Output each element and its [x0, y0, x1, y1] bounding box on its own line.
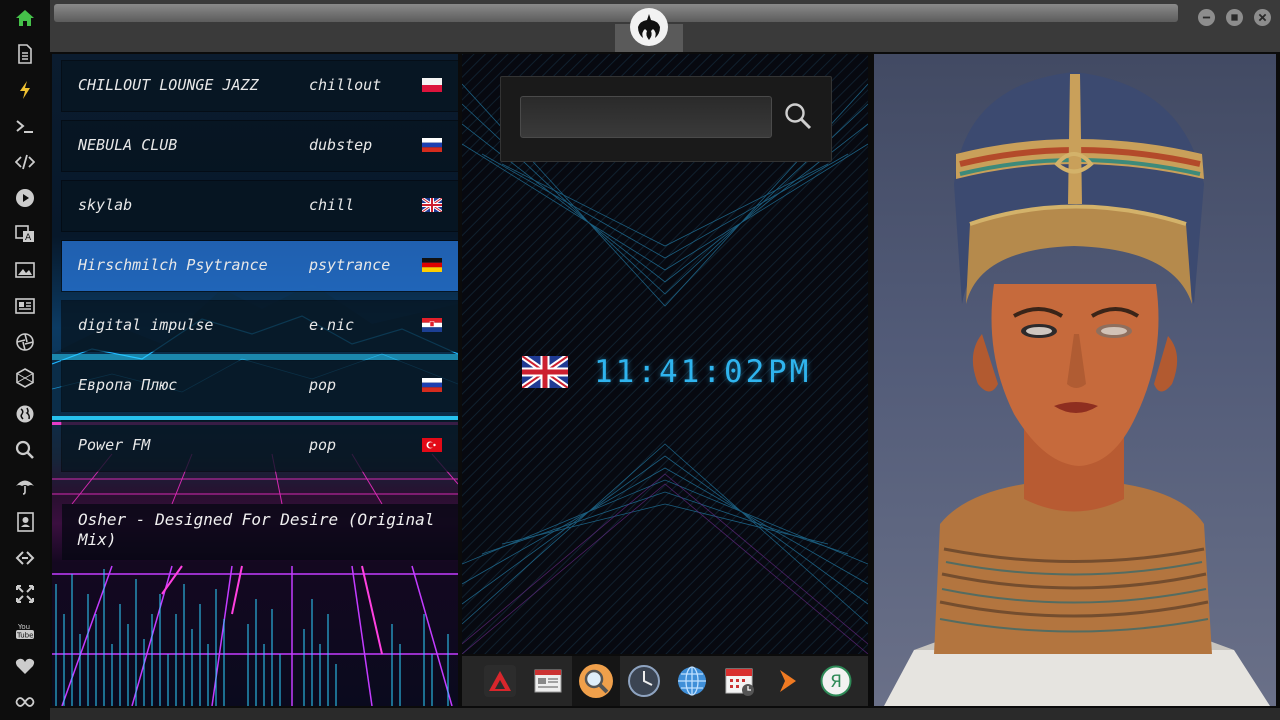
station-genre: psytrance — [309, 256, 391, 274]
rebel-alliance-icon[interactable] — [630, 8, 668, 46]
station-row[interactable]: Power FM pop — [62, 421, 458, 471]
document-icon[interactable] — [13, 42, 37, 66]
station-row[interactable]: Европа Плюс pop — [62, 361, 458, 411]
calendar-icon[interactable] — [721, 662, 759, 700]
close-icon[interactable] — [1254, 9, 1271, 26]
hexagon-icon[interactable] — [13, 366, 37, 390]
contacts-icon[interactable] — [13, 510, 37, 534]
clock-app-icon[interactable] — [625, 662, 663, 700]
station-genre: pop — [309, 376, 337, 394]
status-bar — [50, 708, 1280, 720]
station-genre: chill — [309, 196, 355, 214]
search-button[interactable] — [783, 101, 813, 131]
search-box — [500, 76, 832, 162]
web-browser-icon[interactable] — [673, 662, 711, 700]
search-icon[interactable] — [13, 438, 37, 462]
search-app-icon[interactable] — [572, 656, 620, 706]
station-name: Power FM — [78, 436, 151, 454]
station-row[interactable]: NEBULA CLUB dubstep — [62, 121, 458, 171]
svg-text:A: A — [25, 233, 32, 243]
title-strip[interactable] — [54, 4, 1178, 22]
arrow-app-icon[interactable] — [769, 662, 807, 700]
image-icon[interactable] — [13, 258, 37, 282]
station-genre: chillout — [309, 76, 382, 94]
artix-icon[interactable] — [481, 662, 519, 700]
russia-flag-icon — [422, 138, 442, 152]
station-name: CHILLOUT LOUNGE JAZZ — [78, 76, 259, 94]
uk-flag-icon — [522, 356, 568, 388]
station-genre: e.nic — [309, 316, 355, 334]
umbrella-icon[interactable] — [13, 474, 37, 498]
poland-flag-icon — [422, 78, 442, 92]
clock-panel: 11:41:02 PM — [462, 54, 868, 654]
clock-ampm: PM — [768, 354, 812, 390]
clock: 11:41:02 PM — [522, 352, 822, 392]
news-reader-icon[interactable] — [529, 662, 567, 700]
translate-icon[interactable]: A — [13, 222, 37, 246]
station-name: skylab — [78, 196, 133, 214]
nefertiti-bust-image — [884, 72, 1270, 706]
station-name: digital impulse — [78, 316, 214, 334]
station-genre: dubstep — [309, 136, 373, 154]
wallpaper-image — [874, 54, 1276, 706]
svg-text:Tube: Tube — [16, 632, 33, 640]
yandex-icon[interactable]: Я — [817, 662, 855, 700]
station-row[interactable]: digital impulse e.nic — [62, 301, 458, 351]
svg-text:You: You — [17, 623, 30, 631]
station-row[interactable]: CHILLOUT LOUNGE JAZZ chillout — [62, 61, 458, 111]
station-row-selected[interactable]: Hirschmilch Psytrance psytrance — [62, 241, 458, 291]
app-sidebar: A You Tube — [0, 0, 50, 720]
now-playing: Osher - Designed For Desire (Original Mi… — [62, 504, 458, 560]
station-name: Европа Плюс — [78, 376, 178, 394]
title-bar — [50, 0, 1280, 52]
terminal-icon[interactable] — [13, 114, 37, 138]
station-name: NEBULA CLUB — [78, 136, 178, 154]
play-icon[interactable] — [13, 186, 37, 210]
station-list-panel: CHILLOUT LOUNGE JAZZ chillout NEBULA CLU… — [52, 54, 458, 706]
infinity-icon[interactable] — [13, 690, 37, 714]
aperture-icon[interactable] — [13, 330, 37, 354]
fullscreen-icon[interactable] — [13, 582, 37, 606]
search-icon — [785, 103, 812, 130]
clock-time: 11:41:02 — [594, 354, 768, 390]
link-icon[interactable] — [13, 546, 37, 570]
station-row[interactable]: skylab chill — [62, 181, 458, 231]
svg-text:Я: Я — [830, 672, 842, 692]
now-playing-title: Osher - Designed For Desire (Original Mi… — [78, 510, 435, 549]
croatia-flag-icon — [422, 318, 442, 332]
russia-flag-icon — [422, 378, 442, 392]
home-icon[interactable] — [13, 6, 37, 30]
app-dock: Я — [462, 656, 868, 706]
station-genre: pop — [309, 436, 337, 454]
search-input[interactable] — [520, 96, 772, 138]
lightning-icon[interactable] — [13, 78, 37, 102]
news-icon[interactable] — [13, 294, 37, 318]
youtube-icon[interactable]: You Tube — [13, 618, 37, 642]
station-name: Hirschmilch Psytrance — [78, 256, 268, 274]
code-icon[interactable] — [13, 150, 37, 174]
minimize-icon[interactable] — [1198, 9, 1215, 26]
uk-flag-icon — [422, 198, 442, 212]
germany-flag-icon — [422, 258, 442, 272]
turkey-flag-icon — [422, 438, 442, 452]
maximize-icon[interactable] — [1226, 9, 1243, 26]
heart-icon[interactable] — [13, 654, 37, 678]
globe-icon[interactable] — [13, 402, 37, 426]
